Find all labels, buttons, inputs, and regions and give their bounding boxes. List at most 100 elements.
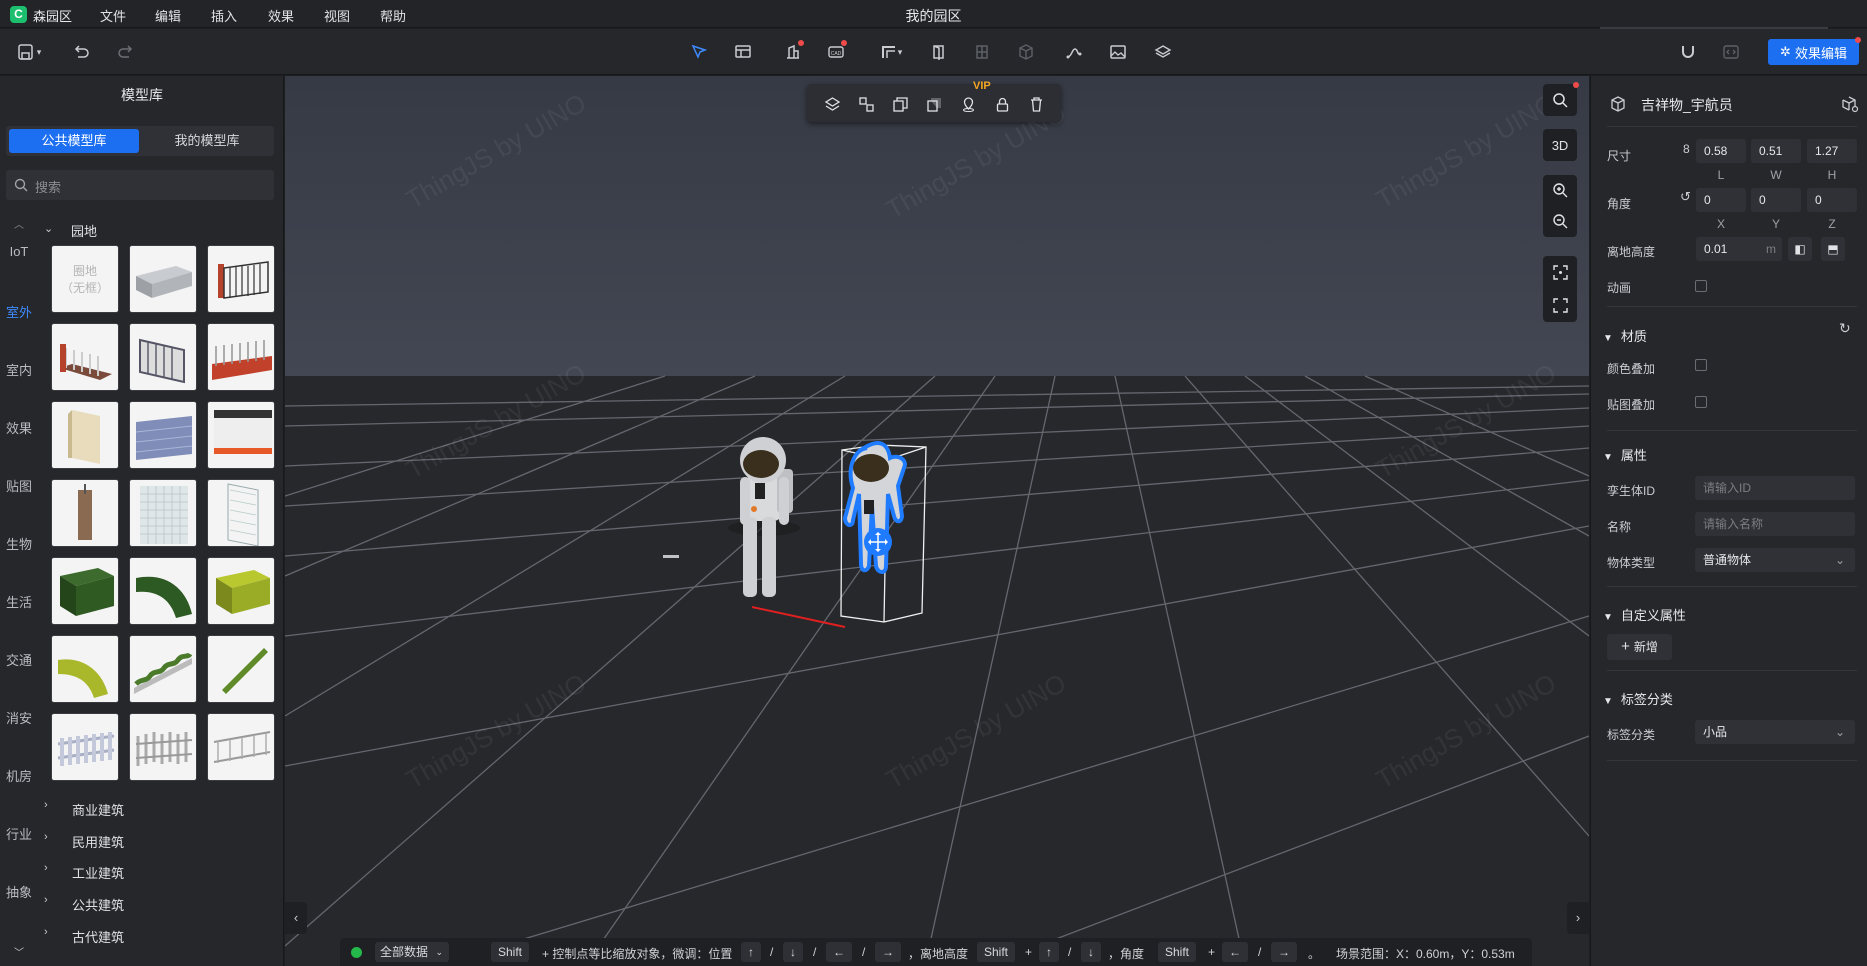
- model-thumb-white-fence[interactable]: [51, 713, 119, 781]
- tab-public-library[interactable]: 公共模型库: [9, 129, 139, 153]
- group-title-garden[interactable]: 园地: [71, 221, 97, 240]
- layers-tool-button[interactable]: [1149, 38, 1177, 66]
- category-outdoor[interactable]: 室外: [0, 302, 38, 321]
- search-box[interactable]: 搜索: [6, 170, 274, 200]
- model-thumb-hedge[interactable]: [51, 557, 119, 625]
- chevron-right-icon[interactable]: ›: [44, 831, 48, 843]
- zoom-out-icon[interactable]: [1552, 213, 1569, 230]
- angle-y-input[interactable]: 0: [1751, 188, 1801, 212]
- model-thumb-curved-hedge[interactable]: [129, 557, 197, 625]
- mirror-vertical-button[interactable]: ⬒: [1821, 237, 1845, 261]
- category-server-room[interactable]: 机房: [0, 766, 38, 785]
- category-creatures[interactable]: 生物: [0, 534, 38, 553]
- select-tool-button[interactable]: [685, 38, 713, 66]
- category-effects[interactable]: 效果: [0, 418, 38, 437]
- lock-button[interactable]: [991, 93, 1013, 115]
- category-industry[interactable]: 行业: [0, 824, 38, 843]
- custom-properties-header[interactable]: ▼ 自定义属性: [1603, 605, 1686, 624]
- mirror-horizontal-button[interactable]: ◧: [1788, 237, 1812, 261]
- model-thumb-planter[interactable]: [129, 635, 197, 703]
- model-thumb-rail[interactable]: [207, 713, 275, 781]
- group-commercial[interactable]: 商业建筑: [72, 800, 124, 819]
- model-thumb-post[interactable]: [51, 479, 119, 547]
- group-public[interactable]: 公共建筑: [72, 895, 124, 914]
- group-industrial[interactable]: 工业建筑: [72, 863, 124, 882]
- snap-magnet-button[interactable]: [1674, 38, 1702, 66]
- texture-overlay-checkbox[interactable]: [1695, 396, 1707, 408]
- size-length-input[interactable]: 0.58: [1696, 139, 1746, 163]
- model-thumb-brick-fence[interactable]: [51, 323, 119, 391]
- category-abstract[interactable]: 抽象: [0, 882, 38, 901]
- model-thumb-gate[interactable]: [207, 245, 275, 313]
- model-thumb-wall-panel[interactable]: [51, 401, 119, 469]
- model-thumb-barrier[interactable]: [207, 401, 275, 469]
- category-life[interactable]: 生活: [0, 592, 38, 611]
- model-thumb-glass-fence[interactable]: [207, 479, 275, 547]
- model-thumb-curb[interactable]: [129, 245, 197, 313]
- group-button[interactable]: [855, 93, 877, 115]
- collapse-left-button[interactable]: ‹: [285, 902, 307, 934]
- wall-tool-button[interactable]: ▾: [872, 38, 910, 66]
- chevron-right-icon[interactable]: ›: [44, 799, 48, 811]
- fullscreen-icon[interactable]: [1552, 297, 1569, 314]
- window-tool-button[interactable]: [968, 38, 996, 66]
- collapse-right-button[interactable]: ›: [1567, 902, 1589, 934]
- zoom-in-icon[interactable]: [1552, 182, 1569, 199]
- model-thumb-metal-gate[interactable]: [129, 323, 197, 391]
- properties-section-header[interactable]: ▼ 属性: [1603, 445, 1647, 464]
- fit-view-icon[interactable]: [1552, 264, 1569, 281]
- effect-edit-button[interactable]: ✲ 效果编辑: [1768, 37, 1861, 65]
- size-width-input[interactable]: 0.51: [1751, 139, 1801, 163]
- model-thumb-picket-fence[interactable]: [129, 713, 197, 781]
- tags-section-header[interactable]: ▼ 标签分类: [1603, 689, 1673, 708]
- cad-import-button[interactable]: CAD: [822, 38, 850, 66]
- image-tool-button[interactable]: [1104, 38, 1132, 66]
- chevron-down-icon[interactable]: ﹀: [14, 944, 24, 959]
- chevron-right-icon[interactable]: ›: [44, 926, 48, 938]
- search-input[interactable]: 搜索: [35, 177, 61, 196]
- model-thumb-grass-strip[interactable]: [207, 635, 275, 703]
- 3d-viewport[interactable]: ThingJS by UINO ThingJS by UINO ThingJS …: [285, 76, 1589, 966]
- data-filter-select[interactable]: 全部数据 ⌄: [375, 942, 449, 962]
- twin-id-input[interactable]: 请输入ID: [1695, 476, 1855, 500]
- building-tool-button[interactable]: [779, 38, 807, 66]
- add-property-button[interactable]: + 新增: [1607, 634, 1672, 660]
- path-tool-button[interactable]: [1060, 38, 1088, 66]
- category-indoor[interactable]: 室内: [0, 360, 38, 379]
- category-fire-safety[interactable]: 消安: [0, 708, 38, 727]
- object-type-select[interactable]: 普通物体 ⌄: [1695, 548, 1855, 572]
- redo-button[interactable]: [112, 38, 140, 66]
- model-thumb-rail-fence[interactable]: [207, 323, 275, 391]
- category-textures[interactable]: 贴图: [0, 476, 38, 495]
- code-button[interactable]: [1717, 38, 1745, 66]
- undo-button[interactable]: [67, 38, 95, 66]
- search-scene-button[interactable]: [1543, 82, 1579, 116]
- save-button[interactable]: ▾: [10, 38, 48, 66]
- chevron-right-icon[interactable]: ›: [44, 862, 48, 874]
- duplicate-button[interactable]: [923, 93, 945, 115]
- model-thumb-brick-wall[interactable]: [129, 401, 197, 469]
- reset-material-icon[interactable]: ↻: [1839, 320, 1851, 337]
- category-traffic[interactable]: 交通: [0, 650, 38, 669]
- group-residential[interactable]: 民用建筑: [72, 832, 124, 851]
- tab-my-library[interactable]: 我的模型库: [142, 129, 272, 153]
- model-thumb-shrub-arc[interactable]: [51, 635, 119, 703]
- place-marker-button[interactable]: [957, 93, 979, 115]
- layout-tool-button[interactable]: [729, 38, 757, 66]
- column-tool-button[interactable]: [1012, 38, 1040, 66]
- material-section-header[interactable]: ▼ 材质: [1603, 326, 1647, 345]
- angle-z-input[interactable]: 0: [1807, 188, 1857, 212]
- color-overlay-checkbox[interactable]: [1695, 359, 1707, 371]
- door-tool-button[interactable]: [925, 38, 953, 66]
- copy-button[interactable]: [889, 93, 911, 115]
- model-thumb-enclosure[interactable]: 圈地 （无框）: [51, 245, 119, 313]
- model-thumb-mesh-panel[interactable]: [129, 479, 197, 547]
- height-input[interactable]: 0.01 m: [1696, 237, 1782, 261]
- name-input[interactable]: 请输入名称: [1695, 512, 1855, 536]
- animation-checkbox[interactable]: [1695, 280, 1707, 292]
- size-height-input[interactable]: 1.27: [1807, 139, 1857, 163]
- model-thumb-yellow-hedge[interactable]: [207, 557, 275, 625]
- category-iot[interactable]: IoT: [0, 244, 38, 259]
- tag-category-select[interactable]: 小品 ⌄: [1695, 720, 1855, 744]
- group-ancient[interactable]: 古代建筑: [72, 927, 124, 946]
